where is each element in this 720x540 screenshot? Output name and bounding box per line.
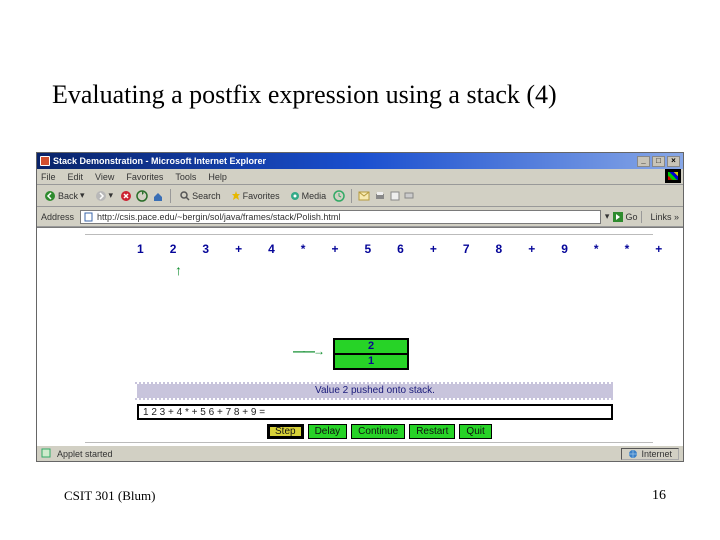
ie-icon — [40, 156, 50, 166]
edit-icon — [390, 191, 400, 201]
address-dropdown-icon[interactable]: ▾ — [605, 211, 610, 222]
token: 3 — [202, 242, 209, 260]
stack-push-arrow-icon: ——→ — [293, 344, 323, 358]
globe-icon — [628, 449, 638, 459]
stack-display: 2 1 — [333, 338, 409, 368]
token: * — [301, 242, 306, 260]
menu-help[interactable]: Help — [208, 172, 227, 182]
menu-view[interactable]: View — [95, 172, 114, 182]
slide-page-number: 16 — [652, 488, 666, 504]
refresh-icon — [136, 190, 148, 202]
home-button[interactable] — [152, 190, 164, 202]
token: * — [594, 242, 599, 260]
quit-button[interactable]: Quit — [459, 424, 491, 439]
go-arrow-icon — [613, 212, 623, 222]
print-icon — [374, 191, 386, 201]
menubar: File Edit View Favorites Tools Help — [37, 169, 683, 185]
forward-arrow-icon — [95, 190, 107, 202]
token: + — [430, 242, 437, 260]
step-button[interactable]: Step — [267, 424, 304, 439]
applet-status-text: Applet started — [57, 449, 113, 459]
go-button[interactable]: Go — [613, 212, 637, 222]
zone-panel: Internet — [621, 448, 679, 460]
slide-title: Evaluating a postfix expression using a … — [52, 80, 557, 110]
dropdown-icon: ▾ — [80, 190, 85, 201]
menu-edit[interactable]: Edit — [68, 172, 84, 182]
home-icon — [152, 190, 164, 202]
back-label: Back — [58, 191, 78, 201]
addressbar: Address http://csis.pace.edu/~bergin/sol… — [37, 207, 683, 227]
address-input[interactable]: http://csis.pace.edu/~bergin/sol/java/fr… — [80, 210, 601, 224]
stop-icon — [120, 190, 132, 202]
search-icon — [180, 191, 190, 201]
search-label: Search — [192, 191, 221, 201]
address-url: http://csis.pace.edu/~bergin/sol/java/fr… — [97, 212, 340, 222]
stop-button[interactable] — [120, 190, 132, 202]
token: 9 — [561, 242, 568, 260]
continue-button[interactable]: Continue — [351, 424, 405, 439]
media-icon — [290, 191, 300, 201]
media-label: Media — [302, 191, 327, 201]
token: 1 — [137, 242, 144, 260]
expression-input[interactable]: 1 2 3 + 4 * + 5 6 + 7 8 + 9 = — [137, 404, 613, 420]
print-button[interactable] — [374, 191, 386, 201]
discuss-icon — [404, 191, 414, 201]
edit-button[interactable] — [390, 191, 400, 201]
star-icon — [231, 191, 241, 201]
mail-button[interactable] — [358, 191, 370, 201]
restart-button[interactable]: Restart — [409, 424, 455, 439]
favorites-button[interactable]: Favorites — [228, 190, 283, 202]
token: + — [528, 242, 535, 260]
favorites-label: Favorites — [243, 191, 280, 201]
zone-label: Internet — [641, 449, 672, 459]
address-label: Address — [41, 212, 74, 222]
maximize-button[interactable]: □ — [652, 156, 665, 167]
token: 5 — [364, 242, 371, 260]
window-title: Stack Demonstration - Microsoft Internet… — [53, 156, 266, 166]
page-content: 1 2 3 + 4 * + 5 6 + 7 8 + 9 * * + ↑ ——→ … — [37, 227, 683, 445]
token: 7 — [463, 242, 470, 260]
toolbar: Back ▾ ▾ Search Favorites Media — [37, 185, 683, 207]
slide-footer: CSIT 301 (Blum) — [64, 488, 156, 504]
current-token-pointer-icon: ↑ — [175, 262, 182, 278]
refresh-button[interactable] — [136, 190, 148, 202]
forward-button[interactable]: ▾ — [92, 189, 117, 203]
menu-tools[interactable]: Tools — [175, 172, 196, 182]
applet-status-icon — [41, 448, 51, 460]
token: 2 — [170, 242, 177, 260]
token: + — [331, 242, 338, 260]
minimize-button[interactable]: _ — [637, 156, 650, 167]
delay-button[interactable]: Delay — [308, 424, 348, 439]
search-button[interactable]: Search — [177, 190, 224, 202]
go-label: Go — [625, 212, 637, 222]
browser-window: Stack Demonstration - Microsoft Internet… — [36, 152, 684, 462]
menu-file[interactable]: File — [41, 172, 56, 182]
page-icon — [84, 212, 94, 222]
close-button[interactable]: × — [667, 156, 680, 167]
applet-message: Value 2 pushed onto stack. — [137, 384, 613, 398]
token: + — [235, 242, 242, 260]
token: * — [625, 242, 630, 260]
dropdown-icon: ▾ — [109, 190, 114, 201]
token: + — [655, 242, 662, 260]
expression-row: 1 2 3 + 4 * + 5 6 + 7 8 + 9 * * + — [137, 242, 643, 260]
links-button[interactable]: Links » — [650, 212, 679, 222]
windows-logo-icon — [665, 169, 681, 183]
mail-icon — [358, 191, 370, 201]
back-button[interactable]: Back ▾ — [41, 189, 88, 203]
history-button[interactable] — [333, 190, 345, 202]
discuss-button[interactable] — [404, 191, 414, 201]
media-button[interactable]: Media — [287, 190, 330, 202]
history-icon — [333, 190, 345, 202]
applet-button-row: Step Delay Continue Restart Quit — [267, 424, 492, 439]
token: 6 — [397, 242, 404, 260]
token: 4 — [268, 242, 275, 260]
titlebar: Stack Demonstration - Microsoft Internet… — [37, 153, 683, 169]
statusbar: Applet started Internet — [37, 445, 683, 461]
menu-favorites[interactable]: Favorites — [126, 172, 163, 182]
token: 8 — [496, 242, 503, 260]
back-arrow-icon — [44, 190, 56, 202]
stack-cell: 1 — [333, 353, 409, 370]
